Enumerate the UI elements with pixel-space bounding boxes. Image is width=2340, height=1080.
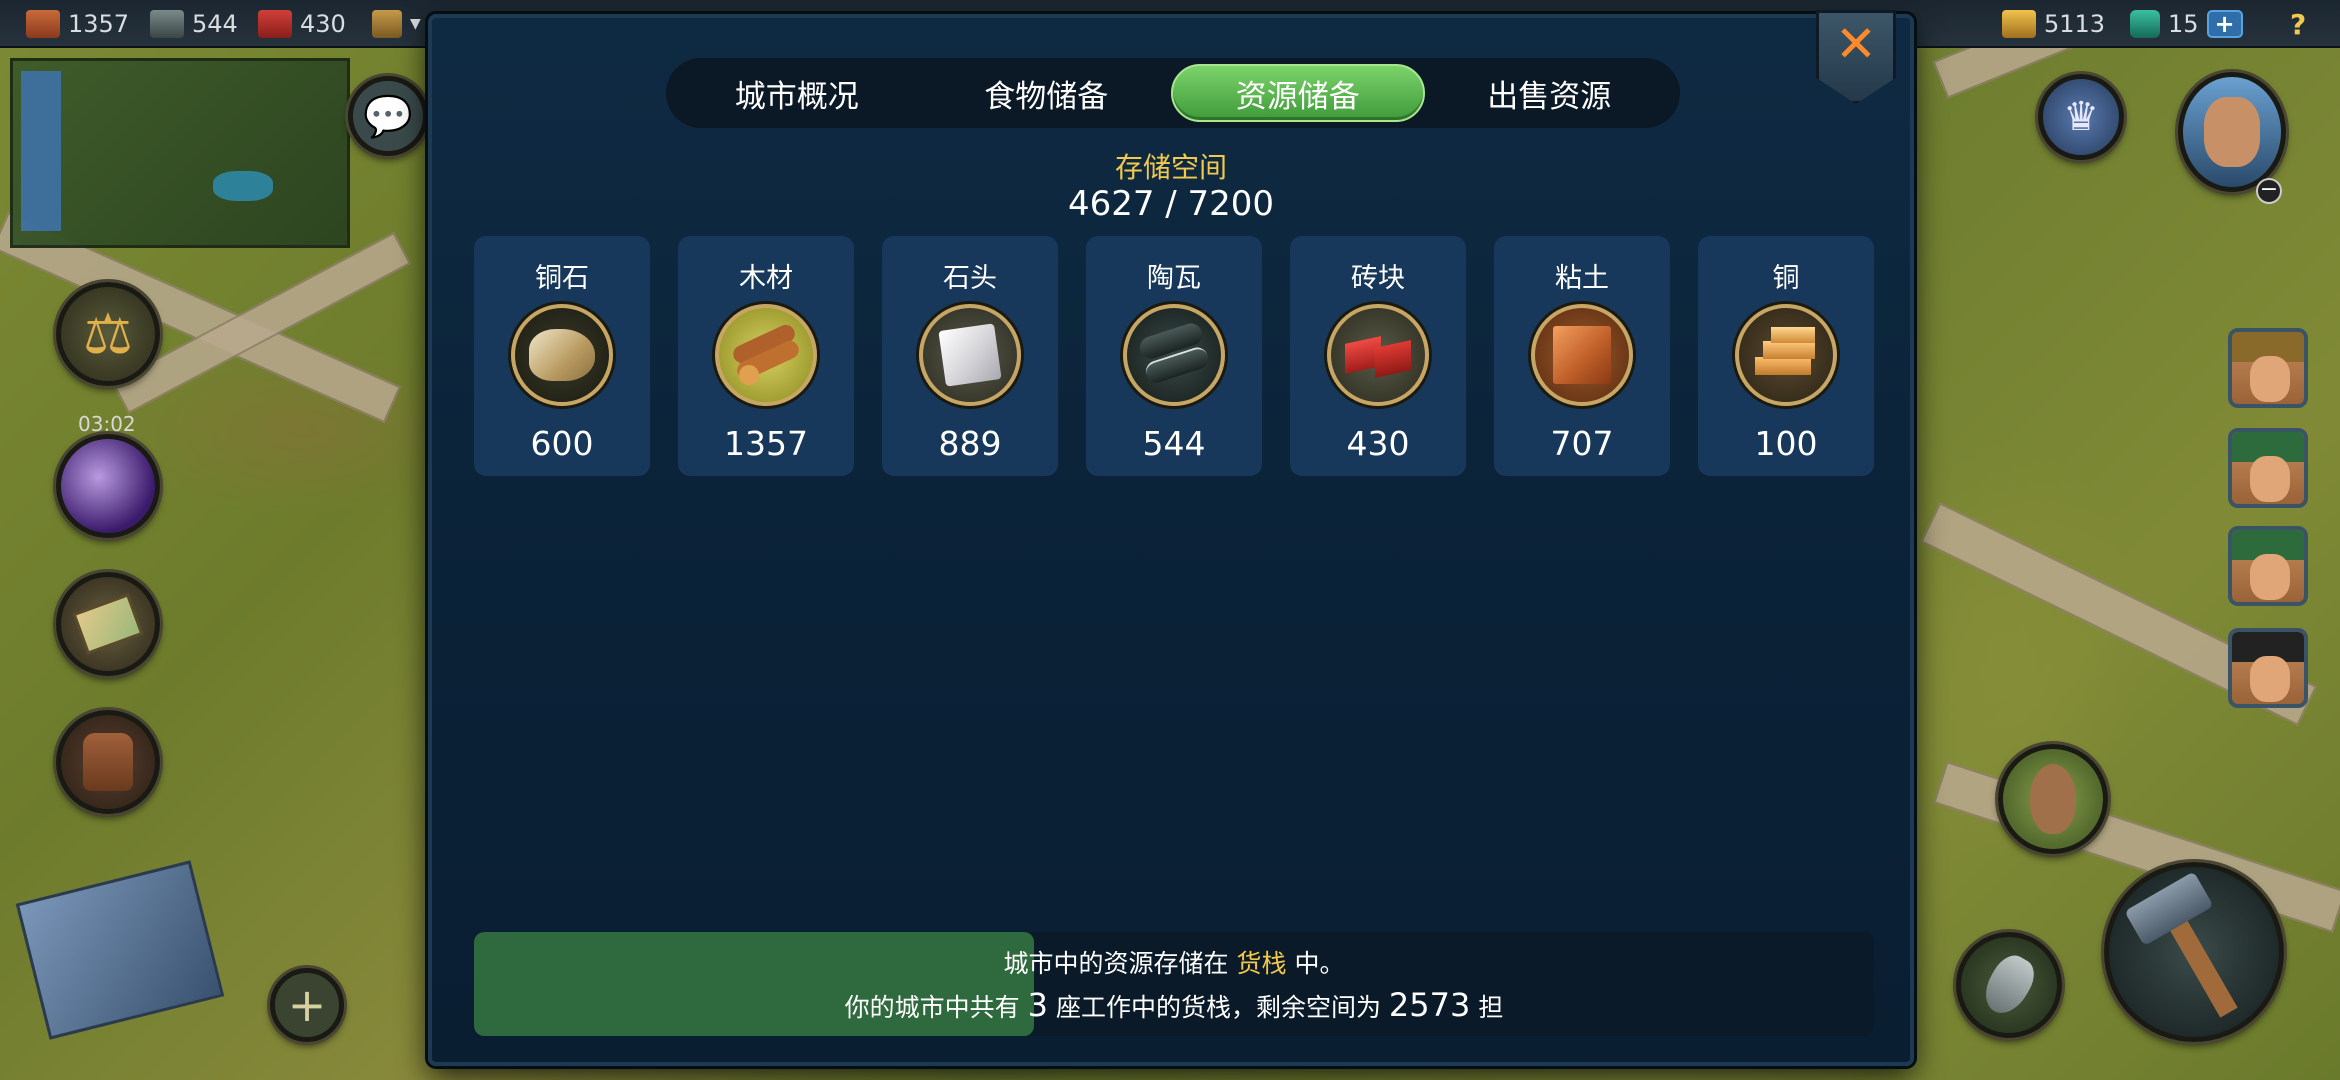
topbar-gold-value: 5113	[2044, 10, 2106, 38]
gold-icon	[2002, 10, 2036, 38]
player-avatar[interactable]	[2178, 72, 2286, 192]
kingdom-button[interactable]: ♛	[2038, 74, 2124, 160]
warehouse-info-line-1: 城市中的资源存储在 货栈 中。	[1003, 949, 1345, 978]
crown-icon: ♛	[2063, 94, 2099, 140]
resource-quantity: 600	[530, 424, 594, 463]
resource-card-copper-ore[interactable]: 铜石 600	[474, 236, 650, 476]
topbar-brick-value: 1357	[68, 10, 130, 38]
stone-icon	[150, 10, 184, 38]
chevron-down-icon: ▼	[410, 16, 421, 32]
brick-icon	[26, 10, 60, 38]
tab-city-overview[interactable]: 城市概况	[672, 64, 922, 122]
gourd-icon	[2030, 764, 2076, 834]
scales-icon: ⚖	[82, 301, 134, 367]
topbar-clay-value: 430	[300, 10, 346, 38]
resource-card-copper[interactable]: 铜 100	[1698, 236, 1874, 476]
map-icon	[72, 593, 144, 655]
topbar-gem-value: 15	[2168, 10, 2199, 38]
resource-cards: 铜石 600 木材 1357 石头 889 陶瓦 544 砖块 430 粘土 7…	[474, 236, 1874, 476]
resource-quantity: 100	[1754, 424, 1818, 463]
resource-card-brick[interactable]: 砖块 430	[1290, 236, 1466, 476]
topbar-more-dropdown[interactable]: ▼	[372, 6, 421, 42]
topbar-gem: 15 +	[2130, 6, 2243, 42]
chat-bubble-icon: 💬	[363, 93, 413, 140]
storage-title: 存储空间	[1114, 151, 1227, 184]
wood-icon	[715, 304, 817, 406]
resource-quantity: 1357	[724, 424, 808, 463]
hero-portrait-2[interactable]	[2228, 428, 2308, 508]
clay-icon	[258, 10, 292, 38]
copper-ore-icon	[511, 304, 613, 406]
city-resource-dialog: 城市概况 食物储备 资源储备 出售资源 ✕ 存储空间 4627 / 7200 铜…	[428, 10, 1914, 1066]
boost-potion-button[interactable]	[56, 434, 160, 538]
gem-icon	[2130, 10, 2160, 38]
topbar-brick: 1357	[26, 6, 129, 42]
resource-name: 陶瓦	[1147, 263, 1201, 294]
resource-card-wood[interactable]: 木材 1357	[678, 236, 854, 476]
resource-card-stone[interactable]: 石头 889	[882, 236, 1058, 476]
blueprint-build-button[interactable]	[10, 850, 230, 1050]
add-gem-button[interactable]: +	[2206, 10, 2243, 38]
hero-portrait-1[interactable]	[2228, 328, 2308, 408]
minus-icon[interactable]: −	[2256, 178, 2282, 204]
remaining-space: 2573	[1388, 986, 1471, 1024]
warehouse-link[interactable]: 货栈	[1236, 949, 1286, 978]
hero-portrait-4[interactable]	[2228, 628, 2308, 708]
resource-quantity: 544	[1142, 424, 1206, 463]
chat-button[interactable]: 💬	[348, 76, 428, 156]
blueprint-icon	[15, 860, 225, 1040]
topbar-stone: 544	[150, 6, 238, 42]
dig-button[interactable]	[1956, 932, 2062, 1038]
building-icon	[372, 10, 402, 38]
world-map-button[interactable]	[56, 572, 160, 676]
warehouse-info-text: 城市中的资源存储在 货栈 中。 你的城市中共有 3 座工作中的货栈，剩余空间为 …	[474, 932, 1874, 1036]
warehouse-info-line-2: 你的城市中共有 3 座工作中的货栈，剩余空间为 2573 担	[844, 986, 1504, 1024]
resource-quantity: 889	[938, 424, 1002, 463]
resource-name: 石头	[943, 263, 997, 294]
build-hammer-button[interactable]	[2104, 862, 2284, 1042]
avatar-face-icon	[2204, 97, 2260, 167]
resource-name: 粘土	[1555, 263, 1609, 294]
resource-name: 铜石	[535, 263, 589, 294]
resource-name: 铜	[1772, 263, 1800, 294]
clay-icon	[1531, 304, 1633, 406]
boost-timer: 03:02	[78, 412, 136, 436]
terrain-button[interactable]	[1998, 744, 2108, 854]
tab-sell-resources[interactable]: 出售资源	[1425, 64, 1675, 122]
backpack-icon	[83, 733, 133, 791]
resource-name: 木材	[739, 263, 793, 294]
tile-icon	[1123, 304, 1225, 406]
brick-icon	[1327, 304, 1429, 406]
close-button[interactable]: ✕	[1816, 10, 1896, 104]
tab-resource-reserve[interactable]: 资源储备	[1171, 64, 1425, 122]
storage-capacity: 4627 / 7200	[1067, 184, 1275, 224]
warehouse-count: 3	[1027, 986, 1048, 1024]
resource-quantity: 707	[1550, 424, 1614, 463]
trade-button[interactable]: ⚖	[56, 282, 160, 386]
close-icon: ✕	[1835, 15, 1877, 73]
minimap[interactable]	[10, 58, 350, 248]
resource-quantity: 430	[1346, 424, 1410, 463]
copper-ingot-icon	[1735, 304, 1837, 406]
hammer-icon	[2124, 871, 2255, 1027]
help-button[interactable]: ?	[2290, 6, 2306, 42]
resource-card-clay[interactable]: 粘土 707	[1494, 236, 1670, 476]
resource-card-tile[interactable]: 陶瓦 544	[1086, 236, 1262, 476]
topbar-clay: 430	[258, 6, 346, 42]
tab-food-reserve[interactable]: 食物储备	[922, 64, 1172, 122]
dialog-tabs: 城市概况 食物储备 资源储备 出售资源	[666, 58, 1680, 128]
resource-name: 砖块	[1351, 263, 1405, 294]
add-button[interactable]: +	[270, 968, 344, 1042]
shovel-icon	[1976, 949, 2042, 1021]
stone-block-icon	[919, 304, 1021, 406]
warehouse-info-bar: 城市中的资源存储在 货栈 中。 你的城市中共有 3 座工作中的货栈，剩余空间为 …	[474, 932, 1874, 1036]
topbar-gold: 5113	[2002, 6, 2105, 42]
topbar-stone-value: 544	[192, 10, 238, 38]
hero-portrait-3[interactable]	[2228, 526, 2308, 606]
plus-icon: +	[287, 978, 327, 1032]
inventory-button[interactable]	[56, 710, 160, 814]
